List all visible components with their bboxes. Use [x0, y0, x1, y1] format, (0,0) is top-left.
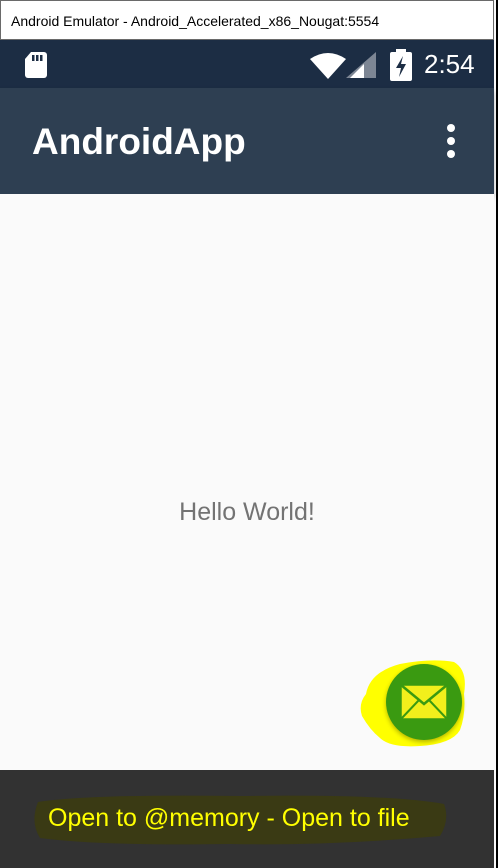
mail-icon [400, 684, 448, 720]
cell-signal-icon [346, 52, 376, 78]
snackbar-text: Open to @memory - Open to file [48, 804, 410, 832]
snackbar: Open to @memory - Open to file [0, 770, 494, 868]
fab-mail-button[interactable] [386, 664, 462, 740]
more-vert-icon[interactable] [440, 124, 462, 158]
app-bar: AndroidApp [0, 88, 494, 194]
status-bar: 2:54 [0, 40, 494, 88]
app-title: AndroidApp [32, 121, 246, 162]
emulator-window: Android Emulator - Android_Accelerated_x… [0, 0, 498, 868]
wifi-icon [310, 53, 346, 79]
sd-card-icon [25, 52, 47, 78]
hello-text: Hello World! [179, 498, 315, 526]
window-title: Android Emulator - Android_Accelerated_x… [11, 13, 380, 29]
window-title-bar[interactable]: Android Emulator - Android_Accelerated_x… [0, 0, 494, 40]
battery-charging-icon [390, 49, 412, 81]
status-clock: 2:54 [424, 49, 475, 79]
